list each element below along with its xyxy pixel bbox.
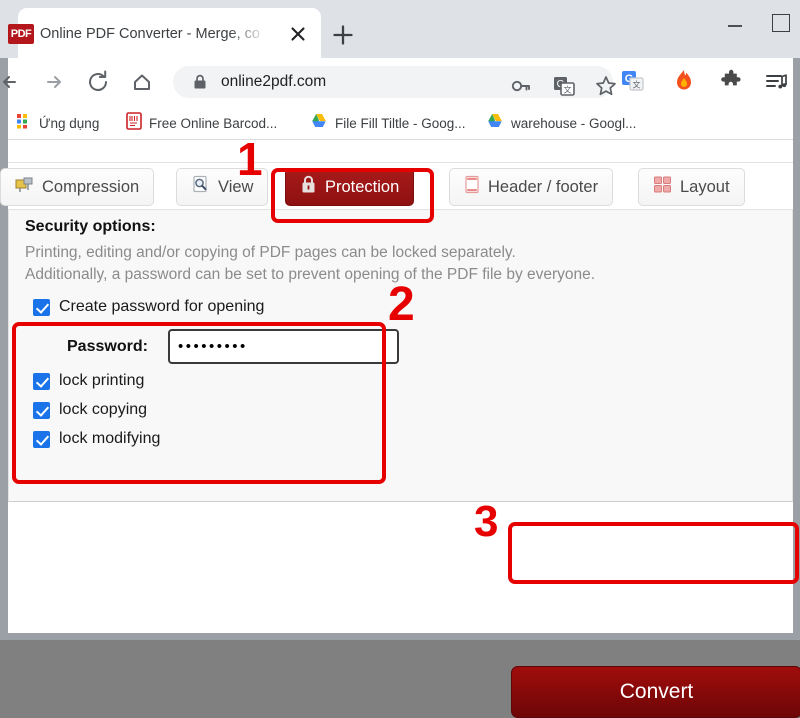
checkbox-label: lock modifying (59, 430, 161, 447)
bookmark-warehouse[interactable]: warehouse - Googl... (486, 111, 636, 135)
address-bar[interactable]: online2pdf.com G 文 (173, 66, 616, 99)
convert-button[interactable]: Convert (511, 666, 800, 718)
forward-arrow-icon[interactable] (38, 66, 70, 98)
tab-header-footer[interactable]: Header / footer (449, 168, 614, 206)
tab-label: Compression (42, 177, 140, 196)
tab-label: Layout (680, 177, 730, 196)
browser-toolbar: online2pdf.com G 文 (3, 58, 793, 106)
password-label: Password: (67, 338, 148, 355)
password-input[interactable]: ••••••••• (168, 329, 399, 364)
lock-icon (193, 74, 207, 90)
checkbox-checked-icon (33, 372, 50, 390)
checkbox-checked-icon (33, 401, 50, 419)
tab-title: Online PDF Converter - Merge, co (40, 26, 260, 42)
browser-window: PDF Online PDF Converter - Merge, co onl… (0, 0, 800, 718)
compression-icon (15, 175, 34, 199)
close-icon[interactable] (287, 23, 309, 45)
bookmark-barcode[interactable]: Free Online Barcod... (126, 111, 277, 135)
tab-strip: PDF Online PDF Converter - Merge, co (0, 0, 800, 58)
page-content: Compression View Protection Header / foo… (0, 140, 800, 718)
security-options-panel: Security options: Printing, editing and/… (8, 210, 793, 502)
checkbox-lock-modifying[interactable]: lock modifying (33, 430, 160, 448)
home-icon[interactable] (126, 66, 158, 98)
barcode-icon (126, 111, 142, 135)
reload-icon[interactable] (82, 66, 114, 98)
security-description-line2: Additionally, a password can be set to p… (25, 266, 596, 283)
checkbox-lock-printing[interactable]: lock printing (33, 372, 144, 390)
bookmark-file-fill-title[interactable]: File Fill Tiltle - Goog... (310, 111, 466, 135)
bookmark-label: Ứng dụng (39, 115, 100, 131)
bookmark-label: warehouse - Googl... (511, 115, 637, 131)
flame-extension-icon[interactable] (671, 68, 697, 94)
tab-compression[interactable]: Compression (0, 168, 155, 206)
bookmark-label: File Fill Tiltle - Goog... (335, 115, 466, 131)
checkbox-label: Create password for opening (59, 298, 265, 315)
google-drive-icon (486, 113, 504, 134)
translate-icon[interactable]: G 文 (551, 73, 577, 99)
option-tabs-bar: Compression View Protection Header / foo… (0, 162, 793, 210)
apps-grid-icon (16, 113, 32, 134)
key-icon[interactable] (508, 73, 534, 99)
url-text: online2pdf.com (221, 73, 327, 90)
back-arrow-icon[interactable] (0, 66, 26, 98)
window-frame-bottom (0, 633, 800, 640)
google-translate-extension-icon[interactable]: G 文 (620, 68, 646, 94)
view-magnifier-icon (191, 175, 210, 199)
star-bookmark-icon[interactable] (593, 73, 619, 99)
svg-text:文: 文 (564, 85, 572, 95)
new-tab-button[interactable] (330, 22, 356, 48)
checkbox-checked-icon (33, 430, 50, 448)
lock-icon (300, 175, 317, 199)
bookmark-label: Free Online Barcod... (149, 115, 278, 131)
tab-label: Protection (325, 177, 400, 196)
tab-label: View (218, 177, 254, 196)
tab-protection[interactable]: Protection (285, 168, 415, 206)
tab-label: Header / footer (488, 177, 599, 196)
layout-grid-icon (653, 175, 672, 199)
svg-text:文: 文 (633, 80, 641, 90)
tab-view[interactable]: View (176, 168, 269, 206)
checkbox-label: lock copying (59, 401, 148, 418)
header-footer-icon (464, 175, 480, 199)
maximize-icon[interactable] (772, 14, 790, 32)
minimize-icon[interactable] (720, 18, 750, 34)
pdf-favicon-icon: PDF (8, 24, 34, 44)
bookmarks-bar: Ứng dụng Free Online Barcod... File Fill… (8, 106, 793, 140)
puzzle-extensions-icon[interactable] (719, 68, 745, 94)
checkbox-checked-icon (33, 298, 50, 316)
checkbox-label: lock printing (59, 372, 145, 389)
media-playlist-icon[interactable] (763, 68, 789, 94)
security-options-title: Security options: (25, 218, 156, 235)
google-drive-icon (310, 113, 328, 134)
browser-tab[interactable]: PDF Online PDF Converter - Merge, co (8, 8, 321, 58)
security-checkbox-group: Create password for opening Password: ••… (23, 296, 399, 448)
tab-layout[interactable]: Layout (638, 168, 745, 206)
window-frame-right (793, 0, 800, 640)
checkbox-create-password[interactable]: Create password for opening (33, 298, 264, 316)
bookmark-apps[interactable]: Ứng dụng (16, 111, 99, 135)
security-description-line1: Printing, editing and/or copying of PDF … (25, 244, 516, 261)
checkbox-lock-copying[interactable]: lock copying (33, 401, 147, 419)
